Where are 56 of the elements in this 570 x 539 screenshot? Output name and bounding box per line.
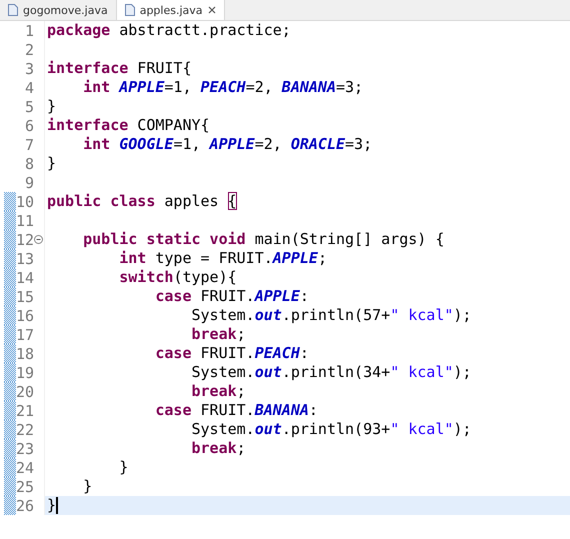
code-line: int GOOGLE=1, APPLE=2, ORACLE=3; bbox=[82, 135, 372, 154]
code-line: } bbox=[82, 477, 92, 496]
code-line: break; bbox=[190, 382, 246, 401]
line-number: 19 bbox=[16, 364, 34, 382]
file-tab[interactable]: apples.java bbox=[116, 0, 225, 20]
line-number: 9 bbox=[24, 174, 34, 192]
line-number: 21 bbox=[16, 402, 34, 420]
line-number: 12 bbox=[16, 230, 34, 248]
line-number: 14 bbox=[16, 268, 34, 286]
code-line: } bbox=[47, 496, 56, 515]
code-line: public static void main(String[] args) { bbox=[82, 230, 444, 249]
code-line: switch(type){ bbox=[118, 268, 237, 287]
line-number: 20 bbox=[16, 382, 34, 400]
code-line: } bbox=[118, 458, 128, 477]
line-number: 16 bbox=[16, 306, 34, 324]
close-icon[interactable] bbox=[208, 6, 216, 14]
line-number: 3 bbox=[24, 60, 34, 78]
line-number: 6 bbox=[24, 116, 34, 134]
line-number: 1 bbox=[24, 22, 34, 40]
line-number: 10 bbox=[16, 192, 34, 210]
line-number: 13 bbox=[16, 250, 34, 268]
line-number: 7 bbox=[24, 136, 34, 154]
line-number: 24 bbox=[16, 458, 34, 476]
code-line: } bbox=[47, 154, 56, 173]
code-line: System.out.println(93+" kcal"); bbox=[190, 420, 472, 439]
file-tab[interactable]: gogomove.java bbox=[0, 0, 117, 20]
line-number: 15 bbox=[16, 288, 34, 306]
line-number: 4 bbox=[24, 78, 34, 96]
line-number: 18 bbox=[16, 344, 34, 362]
code-line: public class apples { bbox=[47, 192, 237, 211]
code-line: System.out.println(34+" kcal"); bbox=[190, 363, 472, 382]
code-line: break; bbox=[190, 439, 246, 458]
text-cursor bbox=[56, 497, 58, 514]
file-icon bbox=[8, 4, 18, 16]
line-number: 26 bbox=[16, 496, 34, 514]
code-line: int APPLE=1, PEACH=2, BANANA=3; bbox=[82, 78, 364, 97]
line-number: 17 bbox=[16, 326, 34, 344]
code-line: System.out.println(57+" kcal"); bbox=[190, 306, 472, 325]
line-number: 2 bbox=[24, 40, 34, 58]
code-line: int type = FRUIT.APPLE; bbox=[118, 249, 327, 268]
line-number: 22 bbox=[16, 420, 34, 438]
file-icon bbox=[124, 4, 135, 16]
line-number: 11 bbox=[16, 212, 34, 230]
code-line: interface COMPANY{ bbox=[47, 116, 210, 135]
code-line: case FRUIT.APPLE: bbox=[154, 287, 309, 306]
line-number: 23 bbox=[16, 440, 34, 458]
line-number: 25 bbox=[16, 478, 34, 496]
code-line: interface FRUIT{ bbox=[47, 59, 192, 78]
code-line: case FRUIT.BANANA: bbox=[154, 401, 318, 420]
code-line: package abstractt.practice; bbox=[47, 21, 291, 40]
code-line: } bbox=[47, 97, 56, 116]
code-line: case FRUIT.PEACH: bbox=[154, 344, 309, 363]
collapse-icon[interactable] bbox=[34, 235, 43, 244]
line-number: 5 bbox=[24, 98, 34, 116]
code-line: break; bbox=[190, 325, 246, 344]
line-number: 8 bbox=[24, 154, 34, 172]
